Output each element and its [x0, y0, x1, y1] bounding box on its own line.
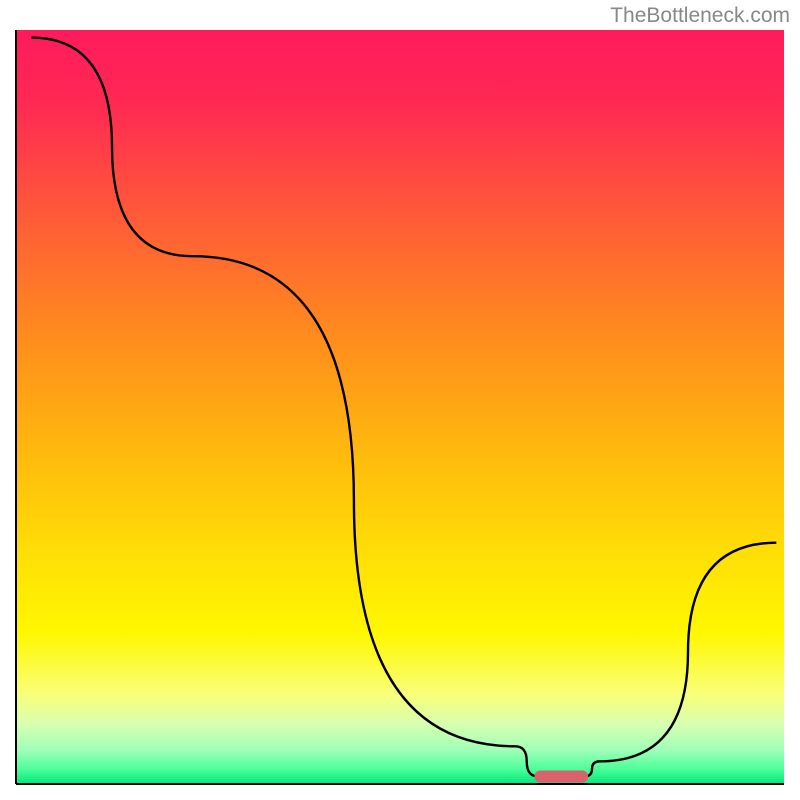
watermark-text: TheBottleneck.com: [610, 4, 790, 28]
plot-background: [16, 30, 784, 784]
chart-container: TheBottleneck.com: [0, 0, 800, 800]
bottleneck-chart: [0, 0, 800, 800]
optimal-marker: [534, 770, 588, 782]
